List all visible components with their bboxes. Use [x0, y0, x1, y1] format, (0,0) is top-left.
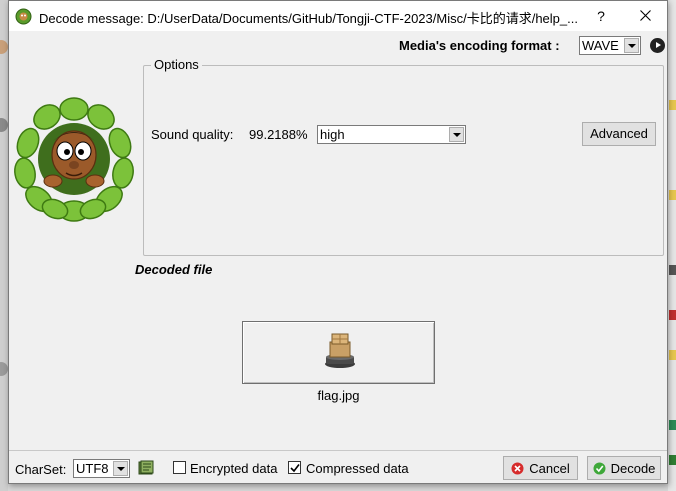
charset-select[interactable]: UTF8: [73, 459, 130, 478]
sound-quality-label: Sound quality:: [151, 127, 234, 142]
compressed-data-checkbox[interactable]: [288, 461, 301, 474]
cancel-button[interactable]: Cancel: [503, 456, 578, 480]
cancel-label: Cancel: [529, 460, 570, 476]
decoded-file-name: flag.jpg: [317, 388, 360, 403]
desktop-background-left: [0, 0, 8, 491]
decode-check-icon: [593, 462, 606, 474]
close-button[interactable]: [623, 1, 667, 31]
encrypted-data-label: Encrypted data: [190, 461, 278, 476]
window-title: Decode message: D:/UserData/Documents/Gi…: [39, 11, 578, 26]
sound-quality-value: 99.2188%: [249, 127, 308, 142]
close-icon: [639, 10, 651, 21]
mascot-logo: [14, 97, 134, 222]
options-legend: Options: [151, 57, 202, 72]
sound-quality-select[interactable]: high: [317, 125, 466, 144]
decoded-file-tile[interactable]: [242, 321, 435, 384]
cancel-icon: [511, 462, 524, 474]
desktop-background-right: [668, 0, 676, 491]
sound-quality-selected: high: [320, 127, 345, 142]
options-group: [143, 65, 664, 256]
decode-label: Decode: [610, 460, 656, 476]
title-bar[interactable]: Decode message: D:/UserData/Documents/Gi…: [9, 1, 667, 31]
compressed-data-label: Compressed data: [306, 461, 409, 476]
archive-box-icon: [325, 333, 355, 368]
encoding-format-value: WAVE: [582, 38, 619, 53]
play-icon[interactable]: [650, 38, 665, 53]
chevron-down-icon: [113, 461, 128, 476]
chevron-down-icon: [449, 127, 464, 142]
checkmark-icon: [290, 464, 300, 473]
charset-label: CharSet:: [15, 462, 67, 477]
decode-button[interactable]: Decode: [587, 456, 661, 480]
help-button[interactable]: ?: [579, 1, 623, 31]
encrypted-data-checkbox[interactable]: [173, 461, 186, 474]
charset-book-icon[interactable]: [138, 459, 154, 476]
decoded-file-label: Decoded file: [135, 262, 213, 277]
decode-message-dialog: Decode message: D:/UserData/Documents/Gi…: [8, 0, 668, 484]
chevron-down-icon: [624, 38, 639, 53]
encoding-format-label: Media's encoding format :: [399, 38, 560, 53]
advanced-button[interactable]: Advanced: [582, 122, 656, 146]
charset-value: UTF8: [76, 461, 109, 476]
encoding-format-select[interactable]: WAVE: [579, 36, 641, 55]
footer-divider: [9, 450, 667, 451]
green-gear-icon: [15, 8, 32, 25]
